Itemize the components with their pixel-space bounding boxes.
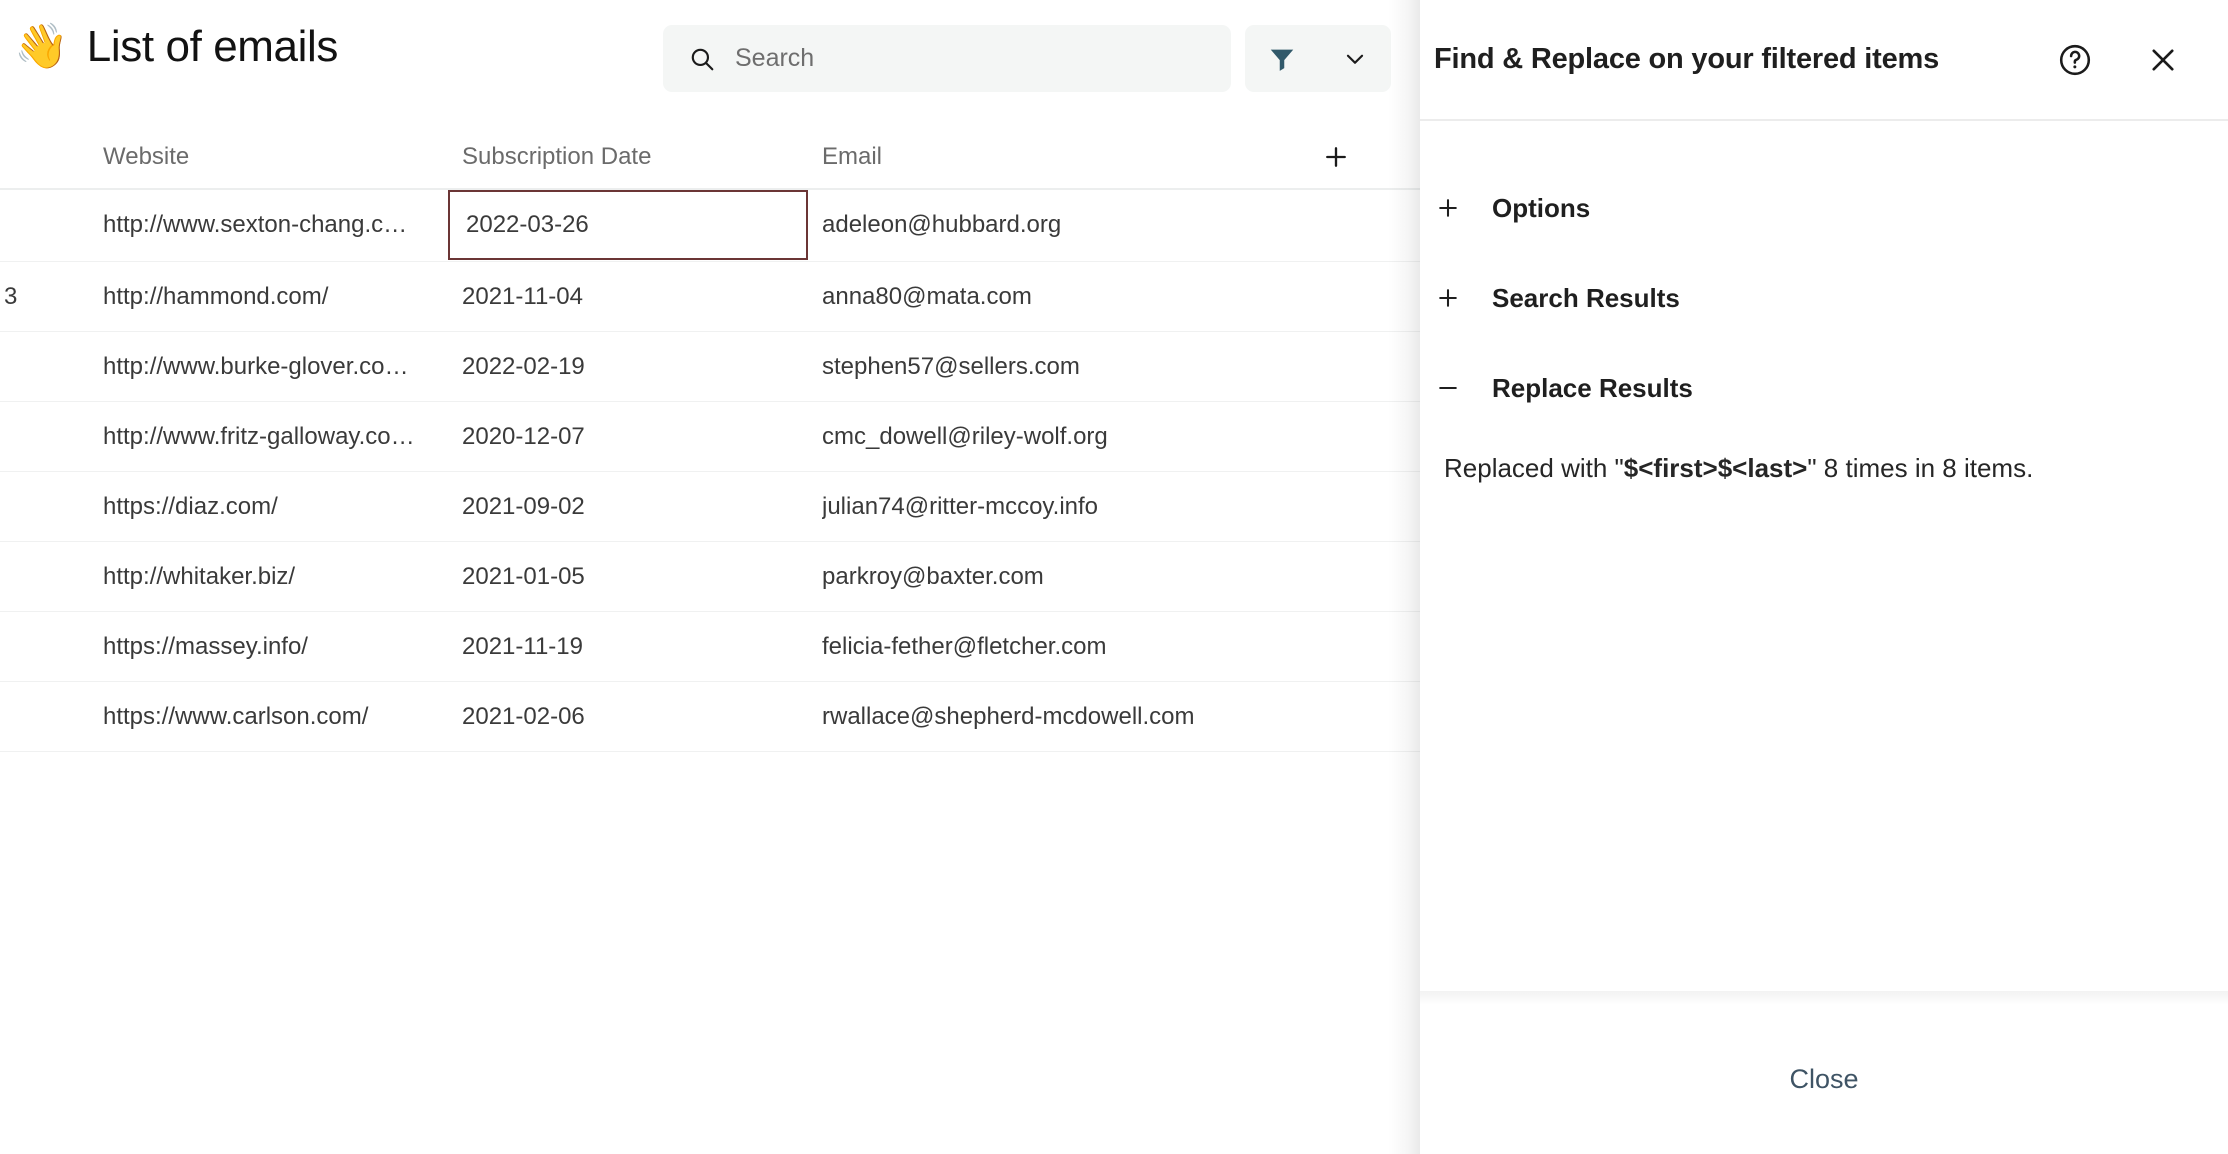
cell-email[interactable]: anna80@mata.com: [822, 262, 1382, 332]
cell-website[interactable]: http://www.fritz-galloway.co…: [103, 402, 448, 472]
cell-subscription-date-selected[interactable]: 2022-03-26: [448, 190, 808, 260]
page-title-text: List of emails: [87, 22, 338, 72]
row-number: [0, 402, 58, 472]
replace-pattern: $<first>$<last>: [1624, 453, 1808, 483]
collapse-minus-icon: [1434, 374, 1462, 402]
table-row[interactable]: http://www.fritz-galloway.co…2020-12-07c…: [0, 402, 1420, 472]
spacer: [1420, 239, 2228, 267]
close-drawer-button[interactable]: [2136, 33, 2190, 87]
accordion-options[interactable]: Options: [1420, 177, 2228, 239]
drawer-header: Find & Replace on your filtered items: [1420, 0, 2228, 119]
toolbar: 👋 List of emails Search: [0, 0, 1420, 124]
accordion-replace-results[interactable]: Replace Results: [1420, 357, 2228, 419]
cell-website[interactable]: https://diaz.com/: [103, 472, 448, 542]
close-x-icon: [2146, 43, 2180, 77]
expand-plus-icon: [1434, 194, 1462, 222]
accordion-search-results-label: Search Results: [1492, 283, 1680, 314]
cell-subscription-date[interactable]: 2021-11-04: [462, 262, 812, 332]
cell-subscription-date[interactable]: 2021-02-06: [462, 682, 812, 752]
filter-button[interactable]: [1245, 25, 1319, 92]
add-column-button[interactable]: [1312, 124, 1360, 190]
column-header-website[interactable]: Website: [103, 124, 189, 190]
row-number: 3: [0, 262, 58, 332]
accordion-replace-results-label: Replace Results: [1492, 373, 1693, 404]
replace-message-prefix: Replaced with ": [1444, 453, 1624, 483]
accordion-search-results[interactable]: Search Results: [1420, 267, 2228, 329]
cell-website[interactable]: https://www.carlson.com/: [103, 682, 448, 752]
table-row[interactable]: 3 http://hammond.com/2021-11-04anna80@mat…: [0, 262, 1420, 332]
cell-website[interactable]: https://massey.info/: [103, 612, 448, 682]
cell-website[interactable]: http://www.sexton-chang.c…: [103, 190, 448, 260]
cell-subscription-date[interactable]: 2021-01-05: [462, 542, 812, 612]
spacer: [1420, 329, 2228, 357]
search-placeholder: Search: [735, 44, 814, 73]
row-number: [0, 682, 58, 752]
table-row[interactable]: https://www.carlson.com/2021-02-06rwalla…: [0, 682, 1420, 752]
cell-email[interactable]: adeleon@hubbard.org: [822, 190, 1382, 260]
app-root: 👋 List of emails Search: [0, 0, 2228, 1154]
drawer-footer: Close: [1420, 1005, 2228, 1154]
table-body: http://www.sexton-chang.c…2022-03-26adel…: [0, 190, 1420, 752]
cell-email[interactable]: julian74@ritter-mccoy.info: [822, 472, 1382, 542]
cell-email[interactable]: stephen57@sellers.com: [822, 332, 1382, 402]
cell-email[interactable]: felicia-fether@fletcher.com: [822, 612, 1382, 682]
table-header-row: Website Subscription Date Email: [0, 124, 1420, 190]
cell-website[interactable]: http://www.burke-glover.co…: [103, 332, 448, 402]
row-number: [0, 332, 58, 402]
help-circle-icon: [2057, 42, 2093, 78]
cell-subscription-date[interactable]: 2020-12-07: [462, 402, 812, 472]
search-icon: [689, 46, 715, 72]
cell-email[interactable]: parkroy@baxter.com: [822, 542, 1382, 612]
search-input[interactable]: Search: [663, 25, 1231, 92]
close-button[interactable]: Close: [1757, 1050, 1890, 1109]
table-row[interactable]: http://www.burke-glover.co…2022-02-19ste…: [0, 332, 1420, 402]
row-number: [0, 472, 58, 542]
cell-website[interactable]: http://whitaker.biz/: [103, 542, 448, 612]
cell-email[interactable]: rwallace@shepherd-mcdowell.com: [822, 682, 1382, 752]
cell-subscription-date[interactable]: 2021-09-02: [462, 472, 812, 542]
column-header-subscription-date[interactable]: Subscription Date: [462, 124, 651, 190]
table-row[interactable]: http://whitaker.biz/2021-01-05parkroy@ba…: [0, 542, 1420, 612]
plus-icon: [1322, 143, 1350, 171]
filter-controls: [1245, 25, 1391, 92]
chevron-down-icon: [1342, 46, 1368, 72]
cell-email[interactable]: cmc_dowell@riley-wolf.org: [822, 402, 1382, 472]
cell-subscription-date[interactable]: 2022-02-19: [462, 332, 812, 402]
expand-plus-icon: [1434, 284, 1462, 312]
main-content: 👋 List of emails Search: [0, 0, 1420, 1154]
page-title: 👋 List of emails: [14, 22, 338, 72]
replace-message-suffix: " 8 times in 8 items.: [1807, 453, 2033, 483]
replace-results-message: Replaced with "$<first>$<last>" 8 times …: [1444, 451, 2204, 486]
accordion-options-label: Options: [1492, 193, 1590, 224]
data-table: Website Subscription Date Email http://w…: [0, 124, 1420, 752]
table-row[interactable]: https://massey.info/2021-11-19felicia-fe…: [0, 612, 1420, 682]
cell-subscription-date[interactable]: 2021-11-19: [462, 612, 812, 682]
row-number: [0, 542, 58, 612]
column-header-email[interactable]: Email: [822, 124, 882, 190]
filter-dropdown-button[interactable]: [1319, 25, 1391, 92]
cell-website[interactable]: http://hammond.com/: [103, 262, 448, 332]
table-row[interactable]: https://diaz.com/2021-09-02julian74@ritt…: [0, 472, 1420, 542]
find-replace-drawer: Find & Replace on your filtered items: [1420, 0, 2228, 1154]
filter-funnel-icon: [1267, 44, 1297, 74]
replace-results-panel: Replaced with "$<first>$<last>" 8 times …: [1420, 419, 2228, 486]
row-number: [0, 190, 58, 260]
waving-hand-icon: 👋: [14, 25, 69, 69]
table-row[interactable]: http://www.sexton-chang.c…2022-03-26adel…: [0, 190, 1420, 262]
drawer-title: Find & Replace on your filtered items: [1434, 43, 2048, 76]
drawer-body: Options Search Results Replace Results R…: [1420, 119, 2228, 1005]
row-number: [0, 612, 58, 682]
help-button[interactable]: [2048, 33, 2102, 87]
